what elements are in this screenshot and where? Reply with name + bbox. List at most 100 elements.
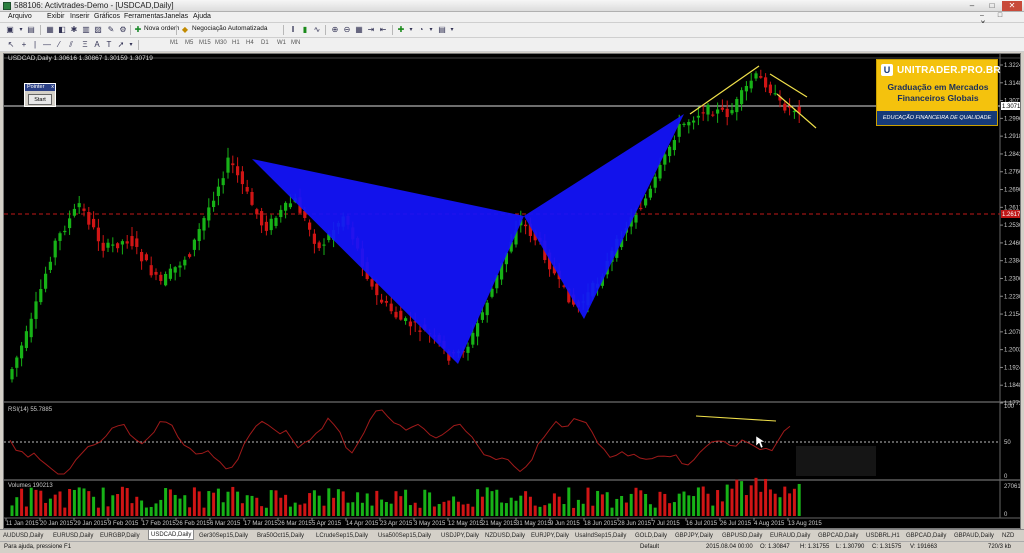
chart-tab[interactable]: NZDUSD,Daily: [485, 531, 525, 541]
menu-inserir[interactable]: Inserir: [70, 13, 89, 20]
label-icon[interactable]: T: [104, 40, 114, 50]
chart-tab[interactable]: NZD: [1002, 531, 1014, 541]
menu-graficos[interactable]: Gráficos: [94, 13, 120, 20]
dropdown-icon[interactable]: ▾: [16, 25, 26, 35]
vertical-line-icon[interactable]: |: [30, 40, 40, 50]
chart-tab[interactable]: USDJPY,Daily: [441, 531, 479, 541]
timeframe-w1[interactable]: W1: [277, 40, 286, 46]
start-button[interactable]: Start: [28, 94, 52, 105]
channel-icon[interactable]: ⫽: [66, 40, 76, 50]
candle-body: [20, 345, 24, 359]
menu-ferramentas[interactable]: Ferramentas: [124, 13, 164, 20]
volume-bar: [96, 507, 100, 516]
chart-tab[interactable]: GBPAUD,Daily: [954, 531, 994, 541]
line-chart-icon[interactable]: ∿: [312, 25, 322, 35]
tester-icon[interactable]: ▨: [93, 25, 103, 35]
crosshair-icon[interactable]: +: [19, 40, 29, 50]
auto-trading-icon[interactable]: ◆: [180, 25, 190, 35]
chart-tab[interactable]: LCrudeSep15,Daily: [316, 531, 368, 541]
chart-tab[interactable]: EURJPY,Daily: [531, 531, 569, 541]
date-label: 13 Aug 2015: [788, 521, 822, 527]
chart-tab[interactable]: GBPCAD,Daily: [818, 531, 858, 541]
templates-dropdown-icon[interactable]: ▾: [447, 25, 457, 35]
chart-tab[interactable]: GBPJPY,Daily: [675, 531, 713, 541]
trendline-icon[interactable]: ⁄: [54, 40, 64, 50]
pointer-close-button[interactable]: x: [51, 84, 54, 90]
close-button[interactable]: ✕: [1002, 1, 1022, 11]
chart-tab[interactable]: EURAUD,Daily: [770, 531, 810, 541]
current-price-value: 1.30719: [1002, 104, 1020, 110]
chart-tab[interactable]: UsaIndSep15,Daily: [575, 531, 626, 541]
chart-canvas[interactable]: 1.32240 1.31480 1.30719 1.29960 1.29180 1.284…: [4, 54, 1020, 528]
auto-trading-button[interactable]: Negociação Automatizada: [192, 25, 268, 32]
zoom-out-icon[interactable]: ⊖: [342, 25, 352, 35]
arrows-icon[interactable]: ➚: [116, 40, 126, 50]
menu-arquivo[interactable]: Arquivo: [8, 13, 32, 20]
timeframe-d1[interactable]: D1: [261, 40, 269, 46]
maximize-button[interactable]: □: [982, 1, 1002, 11]
editor-icon[interactable]: ✎: [106, 25, 116, 35]
autoscroll-icon[interactable]: ⇥: [366, 25, 376, 35]
date-label: 12 May 2015: [448, 521, 483, 527]
chart-tab[interactable]: GBPCAD,Daily: [906, 531, 946, 541]
indicators-icon[interactable]: ✚: [396, 25, 406, 35]
chart-symbol-label: USDCAD,Daily 1.30616 1.30867 1.30159 1.3…: [8, 55, 153, 62]
periods-icon[interactable]: ◔: [416, 25, 426, 35]
templates-icon[interactable]: ▤: [437, 25, 447, 35]
menu-exibir[interactable]: Exibir: [47, 13, 65, 20]
chart-tab[interactable]: GBPUSD,Daily: [722, 531, 762, 541]
chart-tab[interactable]: GOLD,Daily: [635, 531, 667, 541]
menu-janelas[interactable]: Janelas: [164, 13, 188, 20]
timeframe-h1[interactable]: H1: [232, 40, 240, 46]
chart-tab[interactable]: Bra50Oct15,Daily: [257, 531, 304, 541]
chart-window[interactable]: 1.32240 1.31480 1.30719 1.29960 1.29180 1.284…: [3, 53, 1021, 529]
bar-chart-icon[interactable]: ‖: [288, 25, 298, 35]
market-watch-icon[interactable]: ▦: [45, 25, 55, 35]
timeframe-h4[interactable]: H4: [246, 40, 254, 46]
volume-bar: [605, 492, 609, 516]
navigator-icon[interactable]: ✱: [69, 25, 79, 35]
candlestick-icon[interactable]: ▮: [300, 25, 310, 35]
candle-body: [418, 330, 422, 332]
horizontal-line-icon[interactable]: —: [42, 40, 52, 50]
zoom-in-icon[interactable]: ⊕: [330, 25, 340, 35]
chart-shift-icon[interactable]: ⇤: [378, 25, 388, 35]
chart-tab[interactable]: AUDUSD,Daily: [3, 531, 43, 541]
menu-ajuda[interactable]: Ajuda: [193, 13, 211, 20]
minimize-button[interactable]: –: [962, 1, 982, 11]
terminal-icon[interactable]: ▥: [81, 25, 91, 35]
chart-tab[interactable]: Usa500Sep15,Daily: [378, 531, 431, 541]
volume-bar: [20, 488, 24, 516]
options-icon[interactable]: ⚙: [118, 25, 128, 35]
candle-body: [749, 80, 753, 89]
indicators-dropdown-icon[interactable]: ▾: [406, 25, 416, 35]
profiles-icon[interactable]: ▤: [26, 25, 36, 35]
timeframe-m1[interactable]: M1: [170, 40, 178, 46]
text-icon[interactable]: A: [92, 40, 102, 50]
timeframe-m30[interactable]: M30: [215, 40, 227, 46]
volume-bar: [312, 490, 316, 516]
new-order-button[interactable]: Nova ordem: [144, 25, 179, 32]
volume-bar: [29, 487, 33, 516]
timeframe-m15[interactable]: M15: [199, 40, 211, 46]
mdi-window-controls[interactable]: – □ ✕: [980, 12, 1020, 27]
new-chart-icon[interactable]: ▣: [5, 25, 15, 35]
chart-tab[interactable]: EURGBP,Daily: [100, 531, 140, 541]
volume-bar: [48, 498, 52, 516]
timeframe-mn[interactable]: MN: [291, 40, 300, 46]
data-window-icon[interactable]: ◧: [57, 25, 67, 35]
timeframe-m5[interactable]: M5: [185, 40, 193, 46]
periods-dropdown-icon[interactable]: ▾: [426, 25, 436, 35]
arrows-dropdown-icon[interactable]: ▾: [126, 40, 136, 50]
cursor-icon[interactable]: ↖: [6, 40, 16, 50]
new-order-icon[interactable]: ✚: [133, 25, 143, 35]
tile-windows-icon[interactable]: ▦: [354, 25, 364, 35]
candle-body: [759, 76, 763, 78]
volume-bar: [557, 496, 561, 516]
chart-tab[interactable]: EURUSD,Daily: [53, 531, 93, 541]
chart-tab[interactable]: Ger30Sep15,Daily: [199, 531, 248, 541]
fibonacci-icon[interactable]: Ξ: [80, 40, 90, 50]
chart-tab[interactable]: USDBRL,H1: [866, 531, 900, 541]
status-high: H: 1.31755: [800, 544, 830, 550]
chart-tab[interactable]: USDCAD,Daily: [148, 530, 195, 540]
